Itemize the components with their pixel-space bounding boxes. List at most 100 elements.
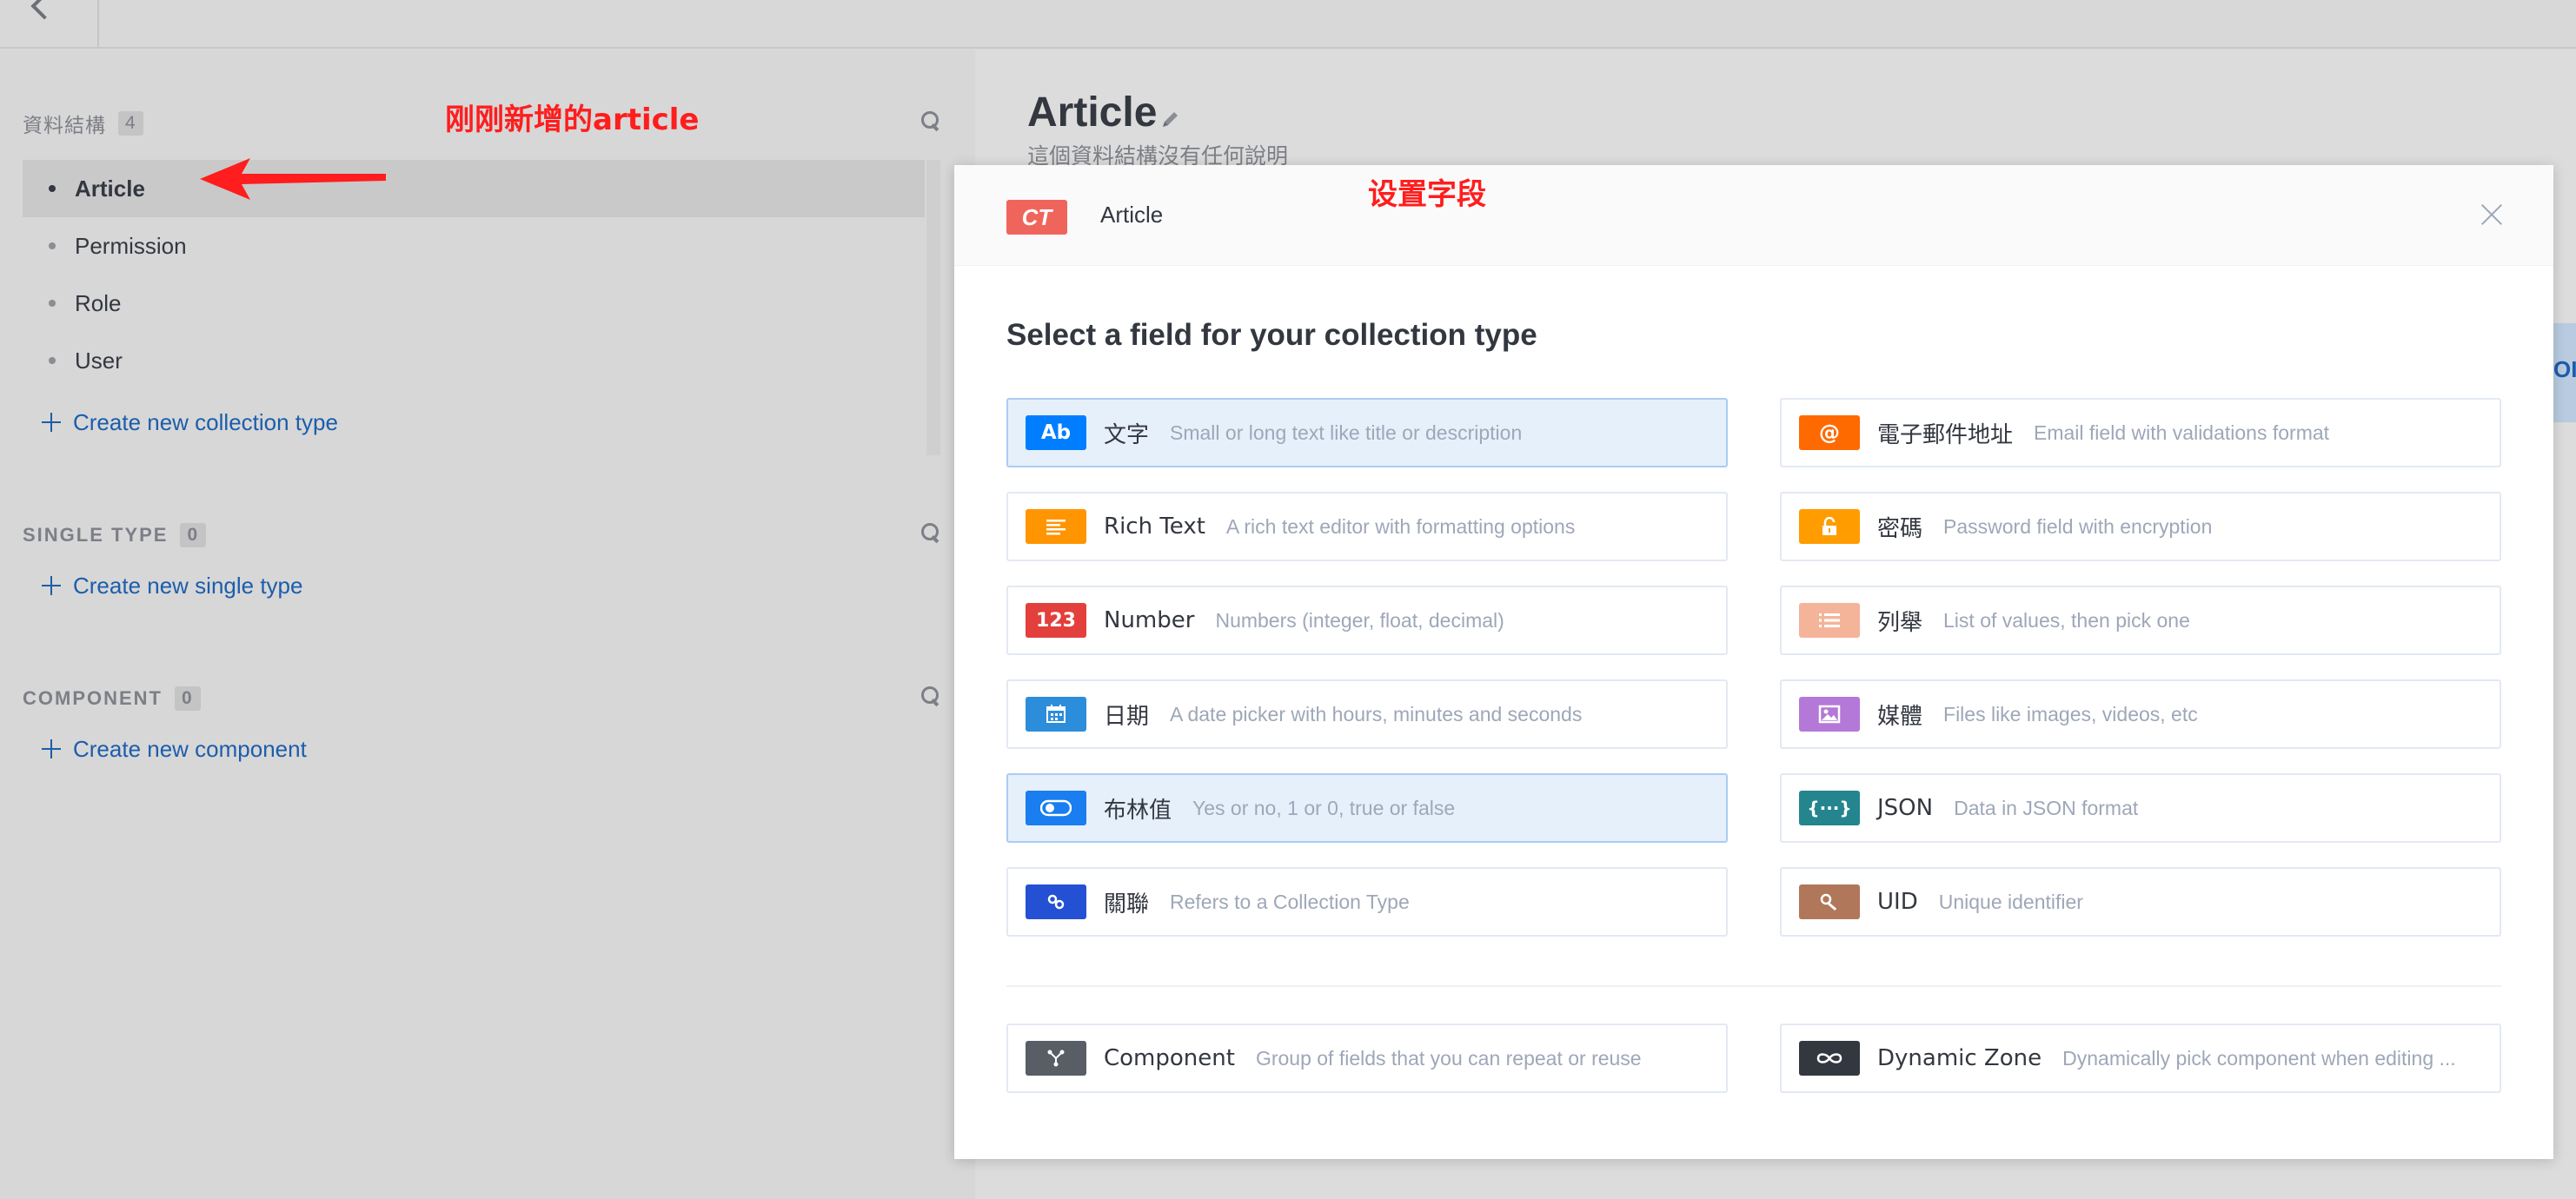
field-name: Rich Text <box>1104 513 1205 540</box>
plus-icon <box>42 413 61 432</box>
select-field-modal: CT Article Select a field for your colle… <box>954 165 2553 1159</box>
field-description: Unique identifier <box>1938 890 2083 913</box>
field-description: Group of fields that you can repeat or r… <box>1255 1046 1642 1070</box>
components-count: 0 <box>175 686 201 711</box>
modal-header: CT Article <box>954 165 2553 266</box>
sidebar-item-article[interactable]: Article <box>23 160 925 217</box>
collection-type-list: Article Permission Role User <box>23 160 925 389</box>
sidebar-item-label: Article <box>75 175 145 202</box>
annotation-set-fields: 设置字段 <box>1368 177 1486 212</box>
image-icon <box>1799 697 1860 732</box>
sidebar-item-role[interactable]: Role <box>23 275 925 332</box>
search-icon[interactable] <box>921 523 940 542</box>
field-description: Numbers (integer, float, decimal) <box>1215 608 1504 632</box>
field-name: 列舉 <box>1877 609 1923 636</box>
field-option-uid[interactable]: UID Unique identifier <box>1780 867 2501 937</box>
single-types-count: 0 <box>180 523 207 547</box>
collection-types-title: 資料結構 <box>23 114 106 136</box>
field-description: Refers to a Collection Type <box>1170 890 1410 913</box>
bullet-icon <box>49 300 56 307</box>
collection-types-count: 4 <box>118 111 143 136</box>
field-description: Dynamically pick component when editing … <box>2062 1046 2456 1070</box>
create-collection-type-label: Create new collection type <box>73 408 338 435</box>
field-name: 密碼 <box>1877 515 1923 542</box>
sidebar-item-label: User <box>75 347 123 374</box>
field-description: Password field with encryption <box>1943 514 2213 538</box>
field-name: 文字 <box>1104 421 1150 448</box>
field-description: A date picker with hours, minutes and se… <box>1170 702 1583 725</box>
back-button[interactable] <box>0 0 99 47</box>
plus-icon <box>42 739 61 758</box>
field-description: Email field with validations format <box>2034 421 2330 444</box>
field-description: Data in JSON format <box>1954 796 2139 819</box>
modal-divider <box>1006 985 2501 987</box>
sidebar-item-user[interactable]: User <box>23 332 925 389</box>
create-single-type-link[interactable]: Create new single type <box>42 568 302 603</box>
field-name: 布林值 <box>1104 797 1172 824</box>
create-component-link[interactable]: Create new component <box>42 732 307 766</box>
search-icon[interactable] <box>921 686 940 705</box>
field-description: Small or long text like title or descrip… <box>1170 421 1523 444</box>
create-single-type-label: Create new single type <box>73 572 303 599</box>
toggle-icon <box>1026 791 1086 825</box>
field-name: 媒體 <box>1877 703 1923 730</box>
text-icon: Ab <box>1026 415 1086 450</box>
lock-icon <box>1799 509 1860 544</box>
single-types-header: SINGLE TYPE 0 <box>23 518 207 553</box>
create-collection-type-link[interactable]: Create new collection type <box>42 405 338 440</box>
field-description: Files like images, videos, etc <box>1943 702 2198 725</box>
plus-icon <box>42 576 61 595</box>
field-option-enumeration[interactable]: 列舉 List of values, then pick one <box>1780 586 2501 655</box>
field-name: 電子郵件地址 <box>1877 421 2014 448</box>
field-description: List of values, then pick one <box>1943 608 2190 632</box>
key-icon <box>1799 884 1860 919</box>
field-name: UID <box>1877 889 1918 915</box>
field-option-json[interactable]: {···} JSON Data in JSON format <box>1780 773 2501 843</box>
field-option-number[interactable]: 123 Number Numbers (integer, float, deci… <box>1006 586 1728 655</box>
component-icon <box>1026 1041 1086 1076</box>
list-icon <box>1799 603 1860 638</box>
field-option-dynamic-zone[interactable]: Dynamic Zone Dynamically pick component … <box>1780 1023 2501 1093</box>
bullet-icon <box>49 357 56 364</box>
list-scrollbar[interactable] <box>926 160 940 455</box>
field-option-password[interactable]: 密碼 Password field with encryption <box>1780 492 2501 561</box>
close-icon[interactable] <box>2480 203 2503 226</box>
field-name: 日期 <box>1104 703 1150 730</box>
create-component-label: Create new component <box>73 735 307 762</box>
modal-subtitle: Select a field for your collection type <box>1006 318 1537 352</box>
sidebar-item-permission[interactable]: Permission <box>23 217 925 275</box>
email-icon: @ <box>1799 415 1860 450</box>
field-description: A rich text editor with formatting optio… <box>1225 514 1576 538</box>
components-header: COMPONENT 0 <box>23 681 201 716</box>
field-option-component[interactable]: Component Group of fields that you can r… <box>1006 1023 1728 1093</box>
components-title: COMPONENT <box>23 687 163 709</box>
bullet-icon <box>49 185 56 192</box>
modal-collection-name: Article <box>1100 202 1164 228</box>
sidebar-item-label: Role <box>75 289 122 316</box>
top-bar <box>0 0 2576 49</box>
side-tab[interactable]: OI <box>2552 323 2576 422</box>
field-name: 關聯 <box>1104 891 1150 917</box>
field-name: JSON <box>1877 795 1934 821</box>
sidebar: 資料結構 4 Article Permission Role User Crea… <box>0 50 975 1199</box>
field-name: Component <box>1104 1045 1235 1071</box>
field-name: Number <box>1104 607 1195 633</box>
page-title: Article <box>1027 89 1158 136</box>
field-option-boolean[interactable]: 布林值 Yes or no, 1 or 0, true or false <box>1006 773 1728 843</box>
sidebar-item-label: Permission <box>75 232 187 259</box>
json-icon: {···} <box>1799 791 1860 825</box>
annotation-arrow-icon <box>200 158 386 200</box>
collection-types-header: 資料結構 4 <box>23 106 143 141</box>
field-option-date[interactable]: 日期 A date picker with hours, minutes and… <box>1006 679 1728 749</box>
annotation-new-article: 刚刚新增的article <box>445 103 700 137</box>
field-option-media[interactable]: 媒體 Files like images, videos, etc <box>1780 679 2501 749</box>
field-option-relation[interactable]: 關聯 Refers to a Collection Type <box>1006 867 1728 937</box>
field-option-text[interactable]: Ab 文字 Small or long text like title or d… <box>1006 398 1728 467</box>
link-icon <box>1026 884 1086 919</box>
field-option-rich-text[interactable]: Rich Text A rich text editor with format… <box>1006 492 1728 561</box>
search-icon[interactable] <box>921 111 940 130</box>
field-option-email[interactable]: @ 電子郵件地址 Email field with validations fo… <box>1780 398 2501 467</box>
number-icon: 123 <box>1026 603 1086 638</box>
field-name: Dynamic Zone <box>1877 1045 2042 1071</box>
pencil-icon[interactable] <box>1161 109 1180 129</box>
